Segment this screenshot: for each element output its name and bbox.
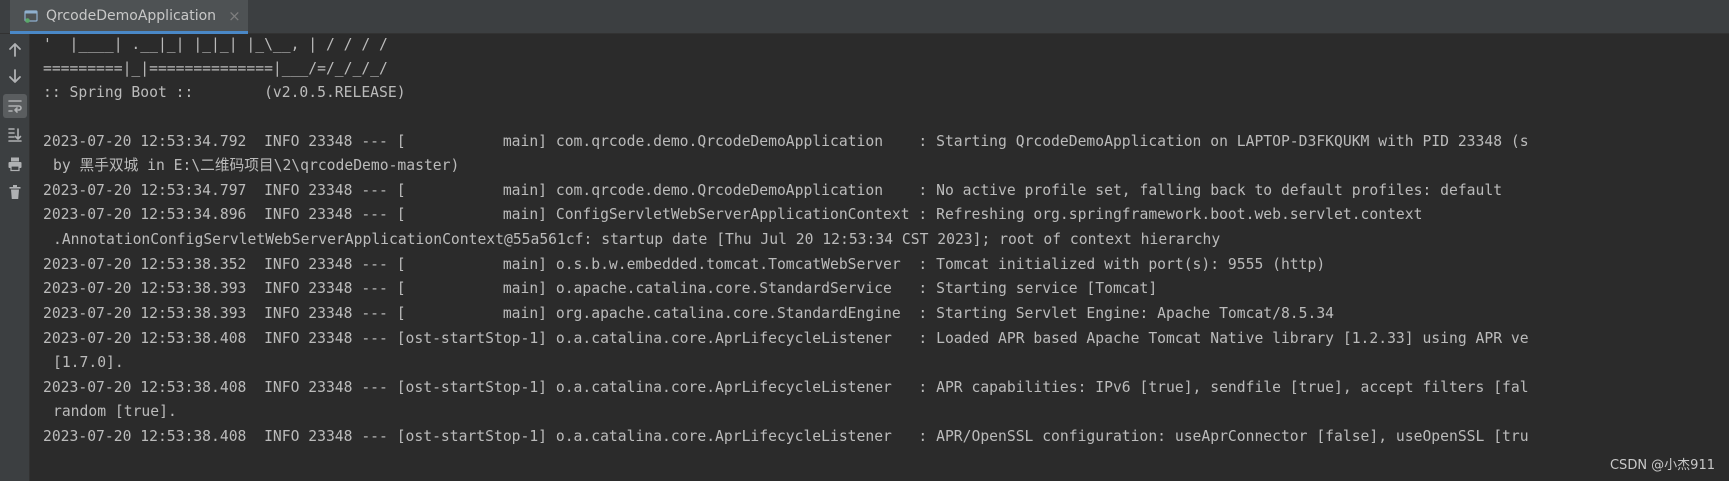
log-line-continuation: [1.7.0]. — [53, 354, 124, 371]
log-line: 2023-07-20 12:53:38.352 INFO 23348 --- [… — [43, 256, 1326, 273]
console-output[interactable]: ' |____| .__|_| |_|_| |_\__, | / / / / =… — [31, 34, 1729, 481]
print-icon[interactable] — [3, 152, 27, 176]
log-line-continuation: random [true]. — [53, 403, 177, 420]
log-line: 2023-07-20 12:53:38.408 INFO 23348 --- [… — [43, 379, 1529, 396]
banner-line: =========|_|==============|___/=/_/_/_/ — [43, 60, 388, 77]
scroll-to-end-icon[interactable] — [3, 122, 27, 146]
log-line-continuation: .AnnotationConfigServletWebServerApplica… — [53, 231, 1221, 248]
trash-icon[interactable] — [3, 180, 27, 204]
run-tab-bar: QrcodeDemoApplication × — [0, 0, 1729, 34]
banner-line: ' |____| .__|_| |_|_| |_\__, | / / / / — [43, 36, 388, 53]
spring-app-icon — [24, 9, 38, 23]
watermark: CSDN @小杰911 — [1609, 458, 1715, 473]
tab-label: QrcodeDemoApplication — [46, 7, 217, 24]
log-line: 2023-07-20 12:53:38.393 INFO 23348 --- [… — [43, 305, 1335, 322]
log-line-continuation: by 黑手双城 in E:\二维码项目\2\qrcodeDemo-master) — [53, 157, 460, 174]
log-line: 2023-07-20 12:53:38.393 INFO 23348 --- [… — [43, 280, 1158, 297]
log-line: 2023-07-20 12:53:34.896 INFO 23348 --- [… — [43, 206, 1423, 223]
console-toolbar — [0, 34, 30, 481]
soft-wrap-icon[interactable] — [3, 94, 27, 118]
log-line: 2023-07-20 12:53:34.797 INFO 23348 --- [… — [43, 182, 1503, 199]
ide-run-console: QrcodeDemoApplication × ' |____| .__|_| … — [0, 0, 1729, 481]
close-tab-icon[interactable]: × — [228, 8, 241, 23]
log-line: 2023-07-20 12:53:38.408 INFO 23348 --- [… — [43, 330, 1529, 347]
log-line: 2023-07-20 12:53:34.792 INFO 23348 --- [… — [43, 133, 1529, 150]
arrow-up-icon[interactable] — [3, 38, 27, 62]
banner-version-line: :: Spring Boot :: (v2.0.5.RELEASE) — [43, 84, 406, 101]
arrow-down-icon[interactable] — [3, 64, 27, 88]
log-line: 2023-07-20 12:53:38.408 INFO 23348 --- [… — [43, 428, 1529, 445]
tab-qrcode-demo-application[interactable]: QrcodeDemoApplication × — [10, 0, 248, 34]
